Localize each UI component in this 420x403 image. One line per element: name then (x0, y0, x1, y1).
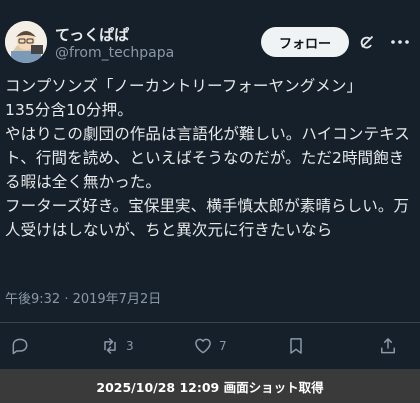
display-name[interactable]: てっくぱぱ (55, 24, 129, 45)
bookmark-icon (290, 338, 302, 354)
tweet-timestamp[interactable]: 午後9:32 · 2019年7月2日 (5, 288, 161, 307)
grok-icon[interactable] (358, 33, 376, 51)
share-icon (381, 338, 395, 354)
divider (0, 322, 420, 323)
retweet-icon (104, 337, 116, 355)
like-icon (195, 338, 211, 354)
tweet-header: てっくぱぱ @from_techpapa フォロー (0, 0, 420, 68)
share-button[interactable] (378, 336, 398, 356)
avatar[interactable] (5, 21, 47, 63)
reply-button[interactable] (10, 336, 30, 356)
like-count: 7 (219, 339, 227, 353)
tweet-text: コンプソンズ「ノーカントリーフォーヤングメン」 135分含10分押。 やはりこの… (5, 77, 410, 239)
more-icon[interactable] (388, 30, 412, 54)
retweet-count: 3 (126, 339, 134, 353)
user-handle[interactable]: @from_techpapa (55, 45, 174, 61)
action-bar: 3 7 (0, 332, 420, 362)
retweet-button[interactable]: 3 (100, 336, 134, 356)
like-button[interactable]: 7 (193, 336, 227, 356)
bookmark-button[interactable] (286, 336, 306, 356)
reply-icon (12, 338, 28, 355)
follow-button[interactable]: フォロー (261, 27, 349, 57)
screenshot-caption: 2025/10/28 12:09 画面ショット取得 (0, 369, 420, 403)
